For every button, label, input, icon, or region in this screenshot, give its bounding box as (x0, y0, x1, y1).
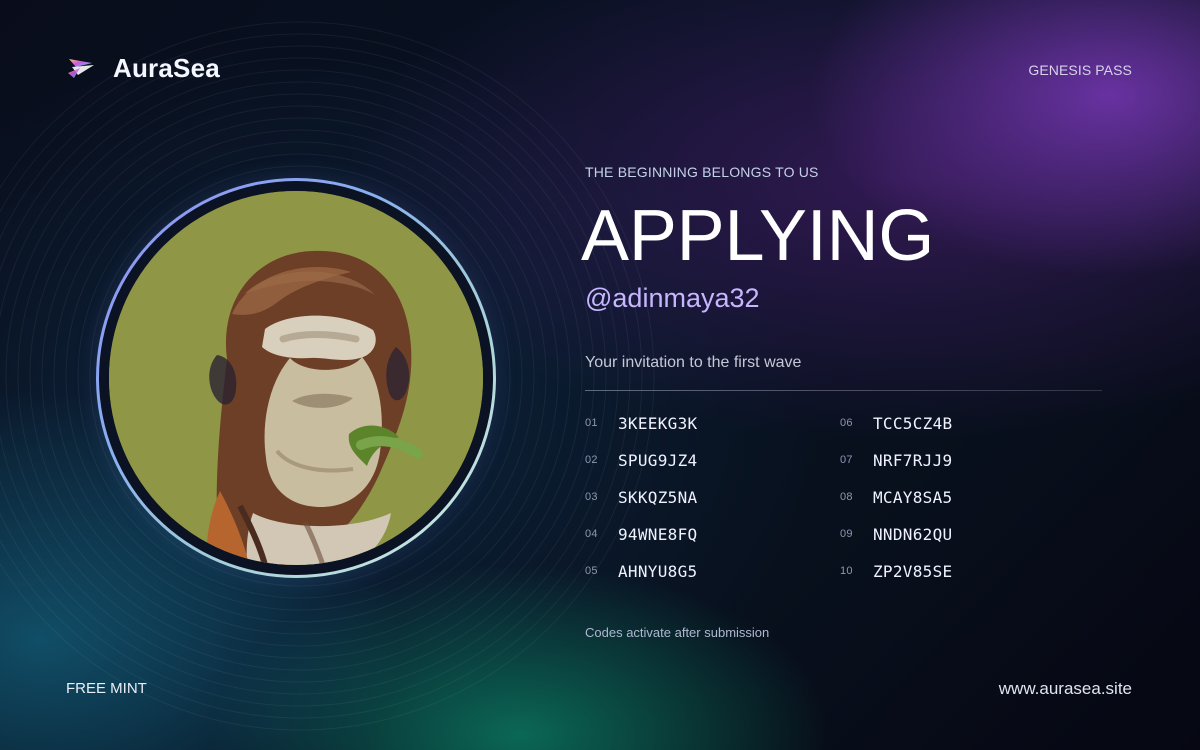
invite-code-number: 09 (840, 528, 853, 540)
invite-code-row: 06 TCC5CZ4B (840, 406, 1080, 440)
invite-code-row: 08 MCAY8SA5 (840, 480, 1080, 514)
invite-code-number: 04 (585, 528, 598, 540)
invite-code-number: 08 (840, 491, 853, 503)
genesis-pass-card: AuraSea GENESIS PASS THE BEGINNING BELON… (0, 0, 1200, 750)
invite-code-number: 10 (840, 565, 853, 577)
section-divider (585, 390, 1102, 391)
invite-code-row: 09 NNDN62QU (840, 517, 1080, 551)
brand-name: AuraSea (113, 53, 220, 83)
invite-code-number: 01 (585, 417, 598, 429)
invite-code-grid: 01 3KEEKG3K 02 SPUG9JZ4 03 SKKQZ5NA 04 9… (585, 406, 1055, 596)
website-url: www.aurasea.site (998, 679, 1132, 698)
invite-code-value: 3KEEKG3K (618, 413, 698, 433)
invite-code-row: 07 NRF7RJJ9 (840, 443, 1080, 477)
logo-mark-icon (64, 53, 98, 81)
invite-code-row: 05 AHNYU8G5 (585, 554, 825, 588)
invite-code-value: MCAY8SA5 (873, 487, 953, 507)
invite-code-number: 05 (585, 565, 598, 577)
invite-code-value: SPUG9JZ4 (618, 450, 698, 470)
invite-code-value: SKKQZ5NA (618, 487, 698, 507)
invite-code-row: 10 ZP2V85SE (840, 554, 1080, 588)
invite-code-row: 03 SKKQZ5NA (585, 480, 825, 514)
genesis-pass-label: GENESIS PASS (1028, 62, 1132, 78)
invite-code-value: TCC5CZ4B (873, 413, 953, 433)
free-mint-label: FREE MINT (66, 680, 147, 697)
application-status: APPLYING (581, 196, 935, 276)
invite-code-number: 07 (840, 454, 853, 466)
invite-code-number: 06 (840, 417, 853, 429)
invite-code-number: 02 (585, 454, 598, 466)
ape-avatar-icon (109, 191, 483, 565)
invite-code-value: 94WNE8FQ (618, 524, 698, 544)
invite-code-row: 04 94WNE8FQ (585, 517, 825, 551)
invite-code-value: ZP2V85SE (873, 561, 953, 581)
avatar-frame (96, 178, 496, 578)
invite-code-row: 01 3KEEKG3K (585, 406, 825, 440)
invite-code-number: 03 (585, 491, 598, 503)
codes-footnote: Codes activate after submission (585, 625, 770, 640)
invitation-subtitle: Your invitation to the first wave (585, 354, 802, 371)
invite-code-value: NRF7RJJ9 (873, 450, 953, 470)
invite-code-row: 02 SPUG9JZ4 (585, 443, 825, 477)
user-handle: @adinmaya32 (585, 283, 760, 313)
invite-code-value: NNDN62QU (873, 524, 953, 544)
invite-code-value: AHNYU8G5 (618, 561, 698, 581)
eyebrow-text: THE BEGINNING BELONGS TO US (585, 164, 819, 180)
